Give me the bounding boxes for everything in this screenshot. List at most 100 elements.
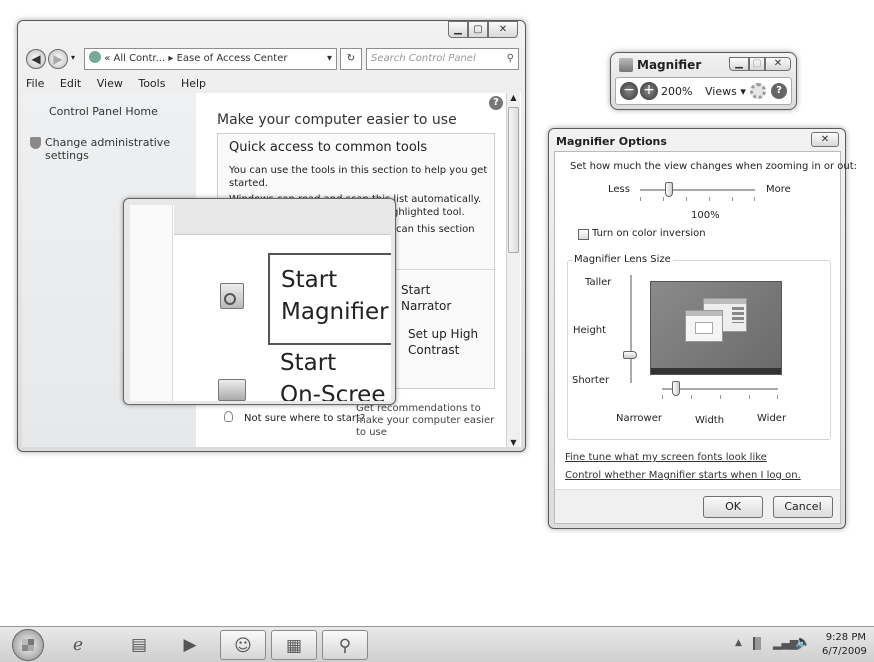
start-magnifier-line2: Magnifier <box>281 299 389 325</box>
clock-date[interactable]: 6/7/2009 <box>822 646 867 657</box>
start-button[interactable] <box>12 629 44 661</box>
magnifier-toolbar-body: − + 200% Views ▾ ? <box>615 77 792 105</box>
file-explorer-icon[interactable]: ▤ <box>116 630 162 660</box>
show-hidden-icons-arrow[interactable]: ▲ <box>735 638 742 648</box>
magnifier-close-button[interactable]: ✕ <box>765 57 791 71</box>
color-inversion-label[interactable]: Turn on color inversion <box>592 228 706 239</box>
page-title: Make your computer easier to use <box>217 112 457 128</box>
scroll-down-arrow[interactable]: ▼ <box>507 438 520 447</box>
scroll-thumb[interactable] <box>508 107 519 253</box>
address-overflow[interactable]: « <box>104 53 110 64</box>
scroll-up-arrow[interactable]: ▲ <box>507 93 520 102</box>
dialog-close-button[interactable]: ✕ <box>811 132 839 147</box>
breadcrumb-ease-of-access[interactable]: Ease of Access Center <box>177 53 288 64</box>
start-on-screen-line1: Start <box>280 350 337 376</box>
magnifier-tool-icon <box>220 283 244 309</box>
start-on-screen-line2: On-Scree <box>280 382 386 401</box>
help-icon[interactable]: ? <box>771 83 787 99</box>
lens-height-slider[interactable] <box>623 275 638 383</box>
magnifier-lens: Start Magnifier Start On-Scree <box>123 198 396 405</box>
address-dropdown-icon[interactable]: ▾ <box>327 49 332 69</box>
settings-gear-icon[interactable] <box>750 83 766 99</box>
ease-of-access-taskbar-icon[interactable]: ☺ <box>220 630 266 660</box>
media-player-icon[interactable]: ▶ <box>167 630 213 660</box>
magnifier-title: Magnifier <box>637 58 702 72</box>
change-admin-settings-link[interactable]: Change administrative settings <box>45 136 196 162</box>
lens-content: Start Magnifier Start On-Scree <box>130 205 391 401</box>
scan-description-2: ghlighted tool. <box>392 207 465 218</box>
menu-bar: File Edit View Tools Help <box>26 77 218 90</box>
width-label: Width <box>695 415 725 426</box>
on-screen-keyboard-icon <box>218 379 246 401</box>
screen-fonts-link[interactable]: Fine tune what my screen fonts look like <box>565 452 767 463</box>
high-contrast-link[interactable]: Set up High Contrast <box>408 326 498 358</box>
magnifier-app-icon <box>619 58 633 72</box>
search-icon[interactable]: ⚲ <box>507 49 514 69</box>
windows-logo-icon <box>22 639 34 651</box>
control-panel-taskbar-icon[interactable]: ▦ <box>271 630 317 660</box>
recommendation-question: Not sure where to start? <box>244 413 366 424</box>
menu-tools[interactable]: Tools <box>138 77 165 90</box>
dialog-body: Set how much the view changes when zoomi… <box>554 151 857 524</box>
breadcrumb-separator[interactable]: ▸ <box>168 53 173 64</box>
quick-access-description: You can use the tools in this section to… <box>229 165 488 189</box>
minimize-button[interactable]: ▁ <box>448 21 468 38</box>
zoom-slider-track <box>640 189 755 191</box>
dialog-button-area: OK Cancel <box>555 489 840 523</box>
menu-edit[interactable]: Edit <box>60 77 81 90</box>
menu-file[interactable]: File <box>26 77 44 90</box>
zoom-slider-thumb[interactable] <box>664 182 673 197</box>
magnifier-maximize-button[interactable]: ▢ <box>749 57 765 71</box>
zoom-level: 200% <box>661 85 693 98</box>
lens-size-group-label: Magnifier Lens Size <box>572 254 673 265</box>
search-placeholder: Search Control Panel <box>371 53 476 64</box>
start-magnifier-line1: Start <box>281 267 338 293</box>
start-magnifier-focus-box[interactable]: Start Magnifier <box>268 253 391 345</box>
forward-button[interactable]: ▶ <box>48 49 68 69</box>
menu-view[interactable]: View <box>97 77 123 90</box>
main-scrollbar[interactable]: ▲ ▼ <box>506 93 520 447</box>
internet-explorer-icon[interactable]: ℯ <box>55 630 101 660</box>
control-panel-home-link[interactable]: Control Panel Home <box>49 105 158 118</box>
lens-width-slider[interactable] <box>662 381 778 401</box>
zoom-value: 100% <box>691 210 720 221</box>
menu-help[interactable]: Help <box>181 77 206 90</box>
search-input[interactable]: Search Control Panel ⚲ <box>366 48 519 70</box>
narrower-label: Narrower <box>616 413 662 424</box>
zoom-change-prompt: Set how much the view changes when zoomi… <box>570 161 857 172</box>
lens-left-pane <box>130 205 173 401</box>
ok-button[interactable]: OK <box>703 496 763 518</box>
zoom-out-icon[interactable]: − <box>620 82 638 100</box>
back-button[interactable]: ◀ <box>26 49 46 69</box>
width-slider-thumb[interactable] <box>672 381 680 396</box>
shorter-label: Shorter <box>572 375 610 386</box>
lens-header-band <box>174 205 391 235</box>
color-inversion-checkbox[interactable] <box>578 229 589 240</box>
recent-pages-dropdown[interactable]: ▾ <box>71 53 75 62</box>
close-button[interactable]: ✕ <box>488 21 518 38</box>
magnifier-taskbar-icon[interactable]: ⚲ <box>322 630 368 660</box>
refresh-button[interactable]: ↻ <box>340 48 362 70</box>
magnifier-minimize-button[interactable]: ▁ <box>729 57 749 71</box>
more-label: More <box>766 184 791 195</box>
start-narrator-link[interactable]: Start Narrator <box>401 282 461 314</box>
zoom-slider[interactable] <box>640 182 755 204</box>
taller-label: Taller <box>585 277 612 288</box>
cancel-button[interactable]: Cancel <box>773 496 833 518</box>
magnifier-startup-link[interactable]: Control whether Magnifier starts when I … <box>565 470 801 481</box>
clock-time[interactable]: 9:28 PM <box>822 632 866 643</box>
help-icon[interactable]: ? <box>489 96 503 110</box>
address-bar[interactable]: « All Contr... ▸ Ease of Access Center ▾ <box>84 48 337 70</box>
taskbar: ℯ ▤ ▶ ☺ ▦ ⚲ ▲ ▂▄▆ 🔈 9:28 PM 6/7/2009 <box>0 626 874 662</box>
lens-preview <box>650 281 782 375</box>
height-slider-thumb[interactable] <box>623 351 637 359</box>
maximize-button[interactable]: ▢ <box>468 21 488 38</box>
volume-icon[interactable]: 🔈 <box>795 635 811 650</box>
views-dropdown[interactable]: Views ▾ <box>705 85 746 98</box>
magnifier-options-dialog: Magnifier Options ✕ Set how much the vie… <box>548 128 857 529</box>
action-center-flag-icon[interactable] <box>753 637 765 650</box>
magnifier-toolbar-window: Magnifier ▁ ▢ ✕ − + 200% Views ▾ ? <box>610 52 797 110</box>
zoom-in-icon[interactable]: + <box>640 82 658 100</box>
breadcrumb-all-control-panel[interactable]: All Contr... <box>114 53 166 64</box>
recommendations-link[interactable]: Get recommendations to make your compute… <box>356 403 501 439</box>
